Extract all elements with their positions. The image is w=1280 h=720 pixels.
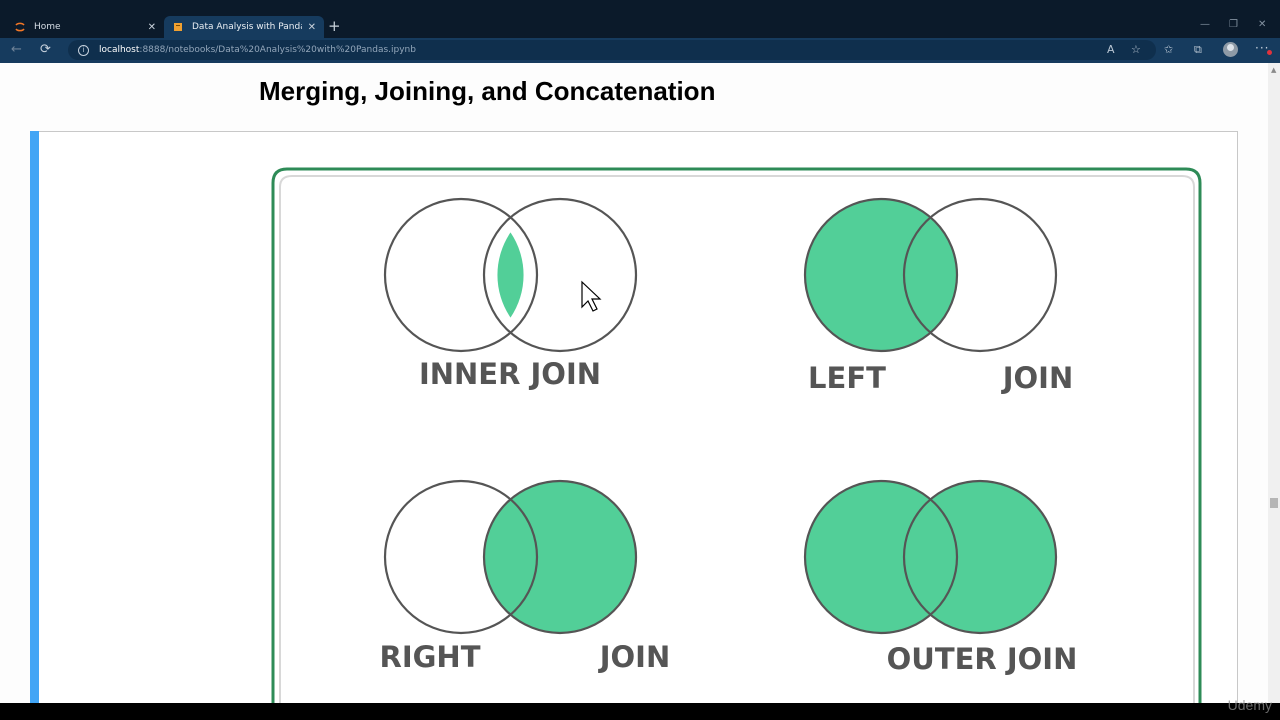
tab-label: Home <box>34 22 61 32</box>
inner-overlap-fill <box>497 232 524 318</box>
mouse-cursor-icon <box>581 280 602 312</box>
right-right-circle <box>482 479 638 635</box>
address-bar[interactable]: i localhost:8888/notebooks/Data%20Analys… <box>68 40 1156 60</box>
url-path: :8888/notebooks/Data%20Analysis%20with%2… <box>139 45 416 55</box>
page-scrollbar[interactable]: ▲ <box>1268 63 1280 703</box>
collections-icon[interactable]: ⧉ <box>1194 43 1202 57</box>
left-join-label-2: JOIN <box>1001 361 1074 395</box>
right-join-venn: RIGHT JOIN <box>380 479 671 674</box>
profile-avatar[interactable] <box>1223 42 1238 57</box>
tab-label: Data Analysis with Pandas - Jupy <box>192 22 302 32</box>
bottom-strip <box>0 703 1280 720</box>
diagram-inner-frame <box>279 175 1195 703</box>
inner-join-venn: INNER JOIN <box>383 197 638 391</box>
inner-join-label: INNER JOIN <box>419 357 601 391</box>
left-join-venn: LEFT JOIN <box>803 197 1074 395</box>
refresh-icon[interactable]: ⟳ <box>40 42 51 58</box>
favorites-icon[interactable]: ✩ <box>1164 43 1173 57</box>
menu-icon[interactable]: ··· <box>1255 41 1273 55</box>
window-close-icon[interactable]: ✕ <box>1258 19 1266 30</box>
left-left-circle <box>803 197 959 353</box>
udemy-watermark: Udemy <box>1227 697 1272 713</box>
diagram-frame <box>271 167 1202 703</box>
restore-icon[interactable]: ❐ <box>1229 19 1238 30</box>
new-tab-button[interactable]: + <box>328 17 341 35</box>
close-tab-icon[interactable]: ✕ <box>308 22 316 33</box>
notebook-icon <box>172 21 184 33</box>
notebook-page: Merging, Joining, and Concatenation INNE… <box>0 63 1268 703</box>
scrollbar-thumb[interactable] <box>1270 498 1278 508</box>
back-icon[interactable]: ← <box>11 42 22 58</box>
jupyter-icon <box>14 21 26 33</box>
right-join-label-1: RIGHT <box>380 640 481 674</box>
url-host: localhost <box>99 45 140 55</box>
outer-join-label: OUTER JOIN <box>887 642 1078 676</box>
outer-join-venn: OUTER JOIN <box>803 479 1078 676</box>
scroll-up-icon[interactable]: ▲ <box>1271 66 1276 74</box>
close-tab-icon[interactable]: ✕ <box>148 22 156 33</box>
right-join-label-2: JOIN <box>598 640 671 674</box>
minimize-icon[interactable]: — <box>1200 19 1210 30</box>
tab-home[interactable]: Home ✕ <box>6 16 164 38</box>
favorite-icon[interactable]: ☆ <box>1131 43 1141 57</box>
join-diagram: INNER JOIN LEFT JOIN RIGHT JOIN OUTER JO… <box>271 167 1202 703</box>
site-info-icon[interactable]: i <box>78 44 89 56</box>
tab-notebook[interactable]: Data Analysis with Pandas - Jupy ✕ <box>164 16 324 38</box>
read-aloud-icon[interactable]: A <box>1107 43 1115 57</box>
left-join-label-1: LEFT <box>808 361 886 395</box>
